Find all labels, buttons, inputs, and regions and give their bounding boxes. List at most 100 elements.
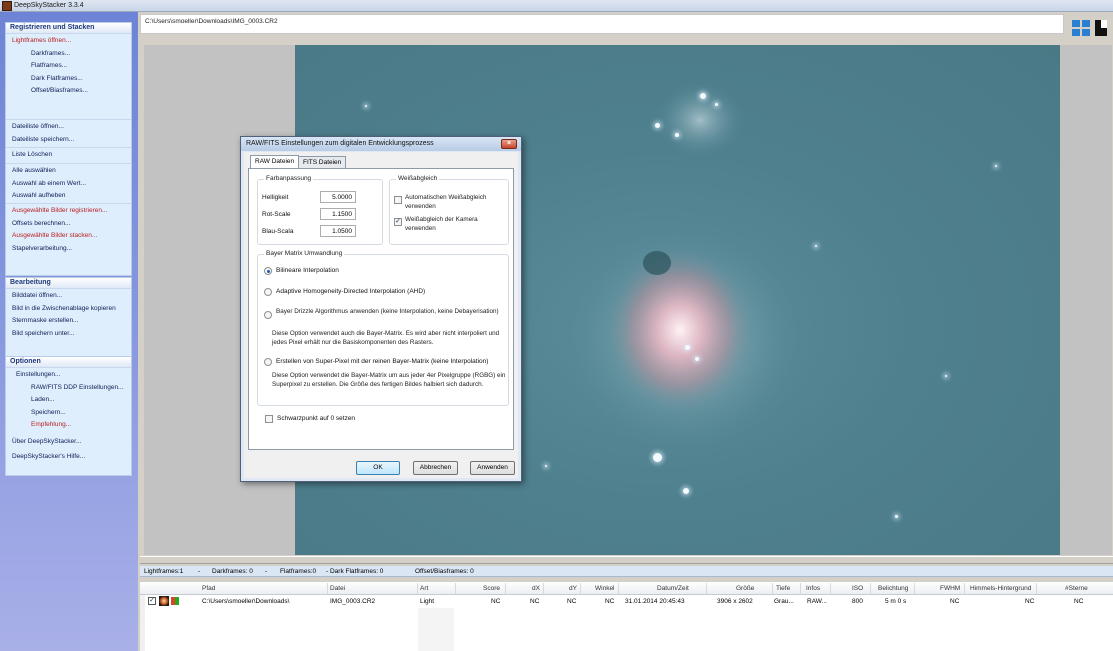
col-dx[interactable]: dX [532,585,540,592]
deselect-link[interactable]: Auswahl aufheben [6,190,131,203]
compute-offsets-link[interactable]: Offsets berechnen... [6,218,131,231]
col-sky[interactable]: Himmels-Hintergrund [970,585,1031,592]
grid-view-icon[interactable] [1070,18,1092,38]
brightness-label: Helligkeit [262,194,289,201]
color-adjust-legend: Farbanpassung [264,175,314,182]
col-angle[interactable]: Winkel [595,585,615,592]
cell-score: NC [491,598,501,605]
dark-flatframes-link[interactable]: Dark Flatframes... [6,73,131,86]
star-mask-link[interactable]: Sternmaske erstellen... [6,315,131,328]
window-title: DeepSkyStacker 3.3.4 [14,2,84,9]
bayer-matrix-group: Bayer Matrix Umwandlung Bilineare Interp… [257,250,509,406]
bilinear-label: Bilineare Interpolation [276,267,339,274]
stack-selected-link[interactable]: Ausgewählte Bilder stacken... [6,230,131,243]
col-datetime[interactable]: Datum/Zeit [657,585,689,592]
col-dy[interactable]: dY [569,585,577,592]
frame-count-bar: Lightframes:1 - Darkframes: 0 - Flatfram… [140,566,1113,577]
cell-sky: NC [1025,598,1035,605]
save-image-as-link[interactable]: Bild speichern unter... [6,328,131,341]
cell-exposure: 5 m 0 s [885,598,907,605]
col-fwhm[interactable]: FWHM [940,585,960,592]
clear-list-link[interactable]: Liste Löschen [6,149,131,162]
dialog-body: RAW Dateien FITS Dateien Farbanpassung H… [244,152,518,478]
flatframes-link[interactable]: Flatframes... [6,60,131,73]
drizzle-radio[interactable] [264,311,272,319]
open-lightframes-link[interactable]: Lightframes öffnen... [6,35,131,48]
open-image-link[interactable]: Bilddatei öffnen... [6,290,131,303]
tab-panel: Farbanpassung Helligkeit 5.0000 Rot-Scal… [248,168,514,450]
cell-iso: 800 [852,598,863,605]
col-path[interactable]: Pfad [202,585,215,592]
dialog-title: RAW/FITS Einstellungen zum digitalen Ent… [246,140,434,147]
close-icon[interactable]: × [501,139,517,149]
load-link[interactable]: Laden... [6,394,131,407]
cell-file: IMG_0003.CR2 [330,598,376,605]
list-header: Pfad Datei Art Score dX dY Winkel Datum/… [140,582,1113,595]
table-row[interactable]: ✓ C:\Users\smoeller\Downloads\ IMG_0003.… [145,596,1089,607]
cell-angle: NC [605,598,615,605]
save-filelist-link[interactable]: Dateiliste speichern... [6,134,131,147]
current-file-path: C:\Users\smoeller\Downloads\IMG_0003.CR2 [145,18,278,25]
col-type[interactable]: Art [420,585,428,592]
separator-dash: - [198,568,201,575]
flatframes-count: Flatframes:0 [280,568,317,575]
row-checkbox[interactable]: ✓ [148,597,156,605]
settings-link[interactable]: Einstellungen... [6,369,131,382]
path-bar: C:\Users\smoeller\Downloads\IMG_0003.CR2 [140,14,1064,34]
superpixel-label: Erstellen von Super-Pixel mit der reinen… [276,358,489,365]
ok-button[interactable]: OK [356,461,400,475]
open-filelist-link[interactable]: Dateiliste öffnen... [6,121,131,134]
brightness-input[interactable]: 5.0000 [320,191,356,203]
dialog-title-bar[interactable]: RAW/FITS Einstellungen zum digitalen Ent… [241,137,521,151]
panel-splitter[interactable] [140,556,1113,564]
ahd-radio[interactable] [264,288,272,296]
cancel-button[interactable]: Abbrechen [413,461,458,475]
register-stack-group: Registrieren und Stacken Lightframes öff… [5,22,132,276]
cell-stars: NC [1074,598,1084,605]
copy-clipboard-link[interactable]: Bild in die Zwischenablage kopieren [6,303,131,316]
view-toolbar [1070,18,1110,38]
cell-type: Light [420,598,435,605]
select-by-value-link[interactable]: Auswahl ab einem Wert... [6,178,131,191]
batch-processing-link[interactable]: Stapelverarbeitung... [6,243,131,256]
col-depth[interactable]: Tiefe [776,585,790,592]
auto-wb-checkbox[interactable] [394,196,402,204]
options-title: Optionen [6,357,131,367]
tab-fits-files[interactable]: FITS Dateien [298,156,347,168]
col-size[interactable]: Größe [736,585,754,592]
cell-path: C:\Users\smoeller\Downloads\ [202,598,290,605]
cell-info: RAW... [807,598,827,605]
cell-datetime: 31.01.2014 20:45:43 [625,598,685,605]
col-stars[interactable]: #Sterne [1065,585,1088,592]
cell-dx: NC [530,598,540,605]
select-all-link[interactable]: Alle auswählen [6,165,131,178]
red-scale-label: Rot-Scale [262,211,291,218]
raw-fits-settings-link[interactable]: RAW/FITS DDP Einstellungen... [6,382,131,395]
bilinear-radio[interactable] [264,267,272,275]
tab-raw-files[interactable]: RAW Dateien [250,155,300,168]
blue-scale-input[interactable]: 1.0500 [320,225,356,237]
black-point-checkbox[interactable] [265,415,273,423]
col-score[interactable]: Score [483,585,500,592]
cell-depth: Grau... [774,598,794,605]
raw-fits-settings-dialog: RAW/FITS Einstellungen zum digitalen Ent… [240,136,522,482]
drizzle-label: Bayer Drizzle Algorithmus anwenden (kein… [276,308,499,315]
superpixel-radio[interactable] [264,358,272,366]
darkframes-link[interactable]: Darkframes... [6,48,131,61]
col-info[interactable]: Infos [806,585,820,592]
save-link[interactable]: Speichern... [6,407,131,420]
apply-button[interactable]: Anwenden [470,461,515,475]
offset-biasframes-link[interactable]: Offset/Biasframes... [6,85,131,98]
type-icon [171,597,179,605]
white-balance-legend: Weißabgleich [396,175,440,182]
recommendations-link[interactable]: Empfehlung... [6,419,131,432]
red-scale-input[interactable]: 1.1500 [320,208,356,220]
about-link[interactable]: Über DeepSkyStacker... [6,436,131,449]
col-iso[interactable]: ISO [852,585,863,592]
col-file[interactable]: Datei [330,585,345,592]
col-exposure[interactable]: Belichtung [878,585,908,592]
camera-wb-checkbox[interactable]: ✓ [394,218,402,226]
register-selected-link[interactable]: Ausgewählte Bilder registrieren... [6,205,131,218]
contrast-icon[interactable] [1094,18,1108,38]
help-link[interactable]: DeepSkyStacker's Hilfe... [6,451,131,464]
